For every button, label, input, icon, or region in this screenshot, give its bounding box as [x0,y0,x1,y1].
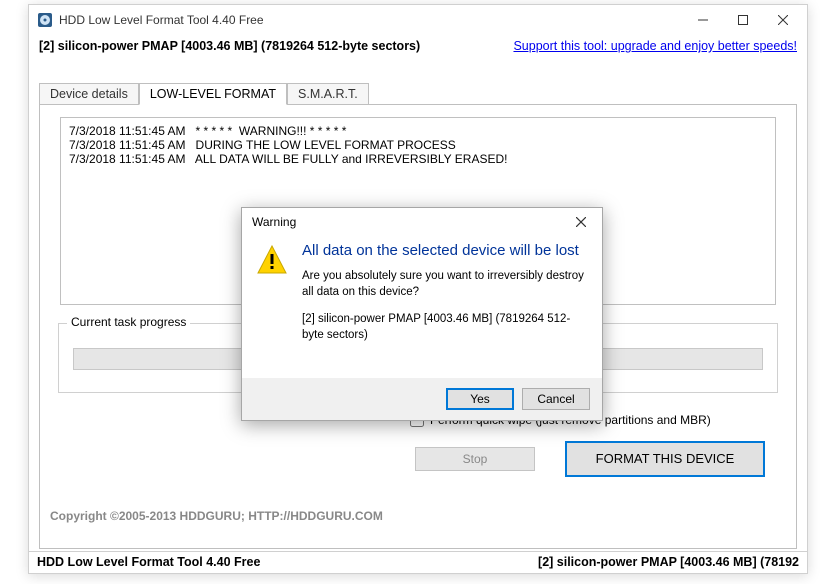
tab-low-level-format[interactable]: LOW-LEVEL FORMAT [139,83,287,105]
dialog-close-button[interactable] [560,209,602,235]
dialog-message: Are you absolutely sure you want to irre… [302,269,588,300]
dialog-cancel-button[interactable]: Cancel [522,388,590,410]
minimize-button[interactable] [683,6,723,34]
stop-button: Stop [415,447,535,471]
tab-bar: Device details LOW-LEVEL FORMAT S.M.A.R.… [39,83,797,104]
dialog-device-info: [2] silicon-power PMAP [4003.46 MB] (781… [302,312,588,343]
support-link[interactable]: Support this tool: upgrade and enjoy bet… [513,39,797,53]
device-info-line: [2] silicon-power PMAP [4003.46 MB] (781… [29,35,807,57]
tab-device-details[interactable]: Device details [39,83,139,104]
status-left: HDD Low Level Format Tool 4.40 Free [29,552,268,573]
window-controls [683,6,803,34]
progress-label: Current task progress [67,315,190,329]
window-title: HDD Low Level Format Tool 4.40 Free [59,13,683,27]
log-line: 7/3/2018 11:51:45 AM ALL DATA WILL BE FU… [69,152,767,166]
dialog-headline: All data on the selected device will be … [302,242,588,259]
log-line: 7/3/2018 11:51:45 AM DURING THE LOW LEVE… [69,138,767,152]
statusbar: HDD Low Level Format Tool 4.40 Free [2] … [29,551,807,573]
dialog-title: Warning [252,215,296,229]
device-info-text: [2] silicon-power PMAP [4003.46 MB] (781… [39,39,420,53]
log-line: 7/3/2018 11:51:45 AM * * * * * WARNING!!… [69,124,767,138]
dialog-body: All data on the selected device will be … [242,236,602,343]
dialog-content: All data on the selected device will be … [302,242,588,343]
dialog-button-row: Yes Cancel [242,378,602,420]
warning-dialog: Warning All data on the selected device … [241,207,603,421]
maximize-button[interactable] [723,6,763,34]
close-icon [576,217,586,227]
dialog-yes-button[interactable]: Yes [446,388,514,410]
copyright-text: Copyright ©2005-2013 HDDGURU; HTTP://HDD… [50,509,383,523]
app-icon [37,12,53,28]
status-right: [2] silicon-power PMAP [4003.46 MB] (781… [530,552,807,573]
titlebar: HDD Low Level Format Tool 4.40 Free [29,5,807,35]
close-button[interactable] [763,6,803,34]
format-button[interactable]: FORMAT THIS DEVICE [565,441,765,477]
warning-icon [256,244,288,276]
dialog-titlebar: Warning [242,208,602,236]
tab-smart[interactable]: S.M.A.R.T. [287,83,369,104]
